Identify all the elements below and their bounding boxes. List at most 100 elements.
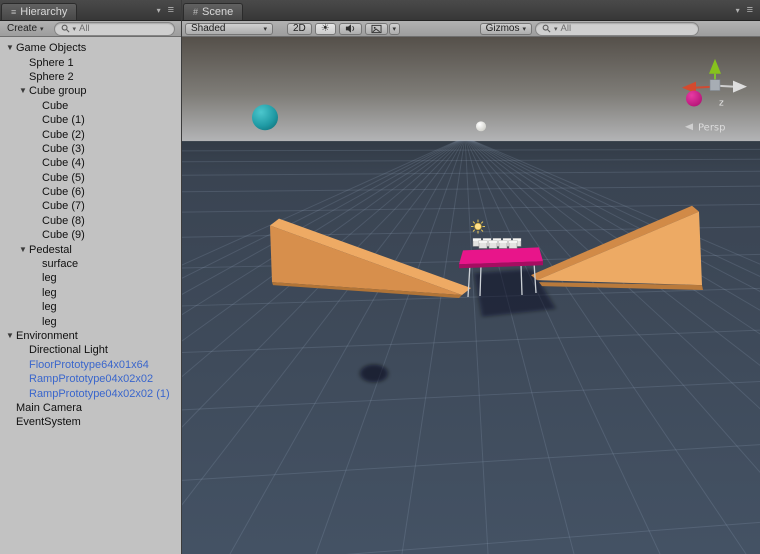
hierarchy-item[interactable]: Directional Light <box>0 343 181 357</box>
hierarchy-search-input[interactable]: ▾ All <box>53 21 175 36</box>
foldout-arrow-icon[interactable]: ▼ <box>17 245 29 254</box>
tab-hierarchy[interactable]: ≡ Hierarchy <box>1 3 78 20</box>
hierarchy-item[interactable]: Cube (6) <box>0 185 181 199</box>
shading-mode-label: Shaded <box>191 23 226 34</box>
hierarchy-item[interactable]: surface <box>0 257 181 271</box>
hierarchy-item[interactable]: ▼ Cube group <box>0 84 181 98</box>
white-sphere[interactable] <box>476 121 486 132</box>
gizmo-center-cube[interactable] <box>709 79 721 91</box>
hierarchy-item-label: leg <box>42 301 57 314</box>
hierarchy-tabbar: ≡ Hierarchy ▾ ≡ <box>0 0 181 21</box>
hierarchy-item[interactable]: Cube (1) <box>0 113 181 127</box>
panel-dropdown-icon[interactable]: ▾ <box>736 6 740 15</box>
hierarchy-tab-icon: ≡ <box>11 6 17 17</box>
search-filter-caret-icon: ▾ <box>554 25 558 33</box>
hierarchy-item[interactable]: RampPrototype04x02x02 <box>0 372 181 386</box>
tab-scene[interactable]: # Scene <box>183 3 244 20</box>
hierarchy-item-label: Environment <box>16 330 78 342</box>
scene-audio-toggle[interactable] <box>338 22 362 35</box>
hierarchy-item[interactable]: Cube (4) <box>0 156 181 170</box>
gizmo-axis-ball[interactable] <box>686 90 702 107</box>
hierarchy-item-label: RampPrototype04x02x02 <box>29 373 154 386</box>
hierarchy-item[interactable]: Cube (9) <box>0 228 181 242</box>
hierarchy-item[interactable]: leg <box>0 300 181 314</box>
hierarchy-item-label: EventSystem <box>16 416 81 429</box>
teal-sphere[interactable] <box>252 104 278 131</box>
shading-mode-dropdown[interactable]: Shaded ▾ <box>185 22 273 35</box>
2d-toggle-label: 2D <box>293 23 306 34</box>
hierarchy-item[interactable]: EventSystem <box>0 415 181 429</box>
scene-tabbar: # Scene ▾ ≡ <box>182 0 760 21</box>
scene-effects-toggle[interactable] <box>364 22 388 35</box>
hierarchy-item[interactable]: Cube (2) <box>0 127 181 141</box>
gizmos-dropdown[interactable]: Gizmos ▾ <box>479 22 532 35</box>
foldout-arrow-icon[interactable]: ▼ <box>17 87 29 95</box>
hierarchy-item[interactable]: leg <box>0 286 181 300</box>
hierarchy-item-label: surface <box>42 258 79 271</box>
hierarchy-item-label: Cube (2) <box>42 128 85 141</box>
mini-cubes-group <box>472 238 522 249</box>
hierarchy-item[interactable]: ▼ Environment <box>0 329 181 343</box>
hierarchy-item-label: Cube (7) <box>42 200 85 213</box>
hierarchy-item[interactable]: Cube (5) <box>0 171 181 185</box>
hierarchy-item[interactable]: ▼ Game Objects <box>0 41 181 55</box>
hierarchy-item[interactable]: Cube (3) <box>0 142 181 156</box>
foldout-arrow-icon[interactable]: ▼ <box>4 44 16 52</box>
light-gizmo-icon[interactable] <box>471 219 485 234</box>
panel-dropdown-icon[interactable]: ▾ <box>157 6 161 15</box>
hierarchy-item-label: Pedestal <box>29 243 72 256</box>
speaker-icon <box>345 24 354 33</box>
hierarchy-item-label: Sphere 2 <box>29 70 74 83</box>
gizmo-persp-label[interactable]: Persp <box>698 122 725 133</box>
hierarchy-item-label: Cube (4) <box>42 157 85 170</box>
foldout-arrow-icon[interactable]: ▼ <box>4 332 16 340</box>
hierarchy-item-label: Cube (9) <box>42 229 85 242</box>
hierarchy-item-label: Sphere 1 <box>29 56 74 69</box>
panel-menu-icon[interactable]: ≡ <box>168 5 174 16</box>
scene-viewport[interactable]: z Persp <box>182 37 760 554</box>
scene-effects-dropdown[interactable]: ▾ <box>388 22 400 35</box>
scene-lighting-toggle[interactable]: ☀ <box>314 22 336 35</box>
hierarchy-item[interactable]: leg <box>0 314 181 328</box>
hierarchy-item-label: RampPrototype04x02x02 (1) <box>29 387 170 400</box>
hierarchy-item[interactable]: ▼ Pedestal <box>0 242 181 256</box>
2d-toggle-button[interactable]: 2D <box>287 22 312 35</box>
hierarchy-item-label: Cube (3) <box>42 142 85 155</box>
scene-search-placeholder: All <box>560 23 572 34</box>
hierarchy-item[interactable]: Sphere 1 <box>0 55 181 69</box>
mini-cube-top <box>499 240 507 243</box>
create-button[interactable]: Create ▾ <box>3 22 48 35</box>
hierarchy-item[interactable]: Cube (7) <box>0 199 181 213</box>
search-filter-caret-icon: ▾ <box>72 25 77 33</box>
chevron-down-icon: ▾ <box>263 25 267 33</box>
scene-tab-controls: ▾ ≡ <box>736 5 760 20</box>
hierarchy-item-label: Cube (1) <box>42 114 85 127</box>
hierarchy-item-label: FloorPrototype64x01x64 <box>29 358 149 371</box>
hierarchy-item-label: Cube group <box>29 85 87 98</box>
panel-menu-icon[interactable]: ≡ <box>747 5 753 16</box>
hierarchy-tree: ▼ Game Objects Sphere 1 Sphere 2 ▼ Cube group… <box>0 37 181 554</box>
hierarchy-item[interactable]: leg <box>0 271 181 285</box>
chevron-down-icon: ▾ <box>392 25 397 33</box>
hierarchy-item[interactable]: RampPrototype04x02x02 (1) <box>0 386 181 400</box>
hierarchy-item[interactable]: FloorPrototype64x01x64 <box>0 358 181 372</box>
chevron-down-icon: ▾ <box>522 25 526 33</box>
scene-canvas[interactable]: z Persp <box>182 37 760 554</box>
hierarchy-tab-label: Hierarchy <box>20 6 68 18</box>
hierarchy-item[interactable]: Cube <box>0 99 181 113</box>
hierarchy-panel: ≡ Hierarchy ▾ ≡ Create ▾ ▾ All ▼ Game Obj… <box>0 0 182 554</box>
hierarchy-item[interactable]: Sphere 2 <box>0 70 181 84</box>
create-button-label: Create <box>7 23 38 34</box>
hierarchy-item-label: leg <box>42 286 57 299</box>
hierarchy-tab-controls: ▾ ≡ <box>157 5 181 20</box>
hierarchy-item[interactable]: Main Camera <box>0 401 181 415</box>
hierarchy-item-label: Cube <box>42 99 69 112</box>
hierarchy-search-placeholder: All <box>79 23 90 34</box>
hierarchy-item-label: Cube (8) <box>42 214 85 227</box>
scene-tab-label: Scene <box>202 6 234 18</box>
ground-plane <box>182 141 760 554</box>
hierarchy-item[interactable]: Cube (8) <box>0 214 181 228</box>
scene-search-input[interactable]: ▾ All <box>535 21 699 36</box>
scene-panel: # Scene ▾ ≡ Shaded ▾ 2D ☀ ▾ Gizmos ▾ ▾ A… <box>182 0 760 554</box>
scene-tab-icon: # <box>193 6 199 17</box>
